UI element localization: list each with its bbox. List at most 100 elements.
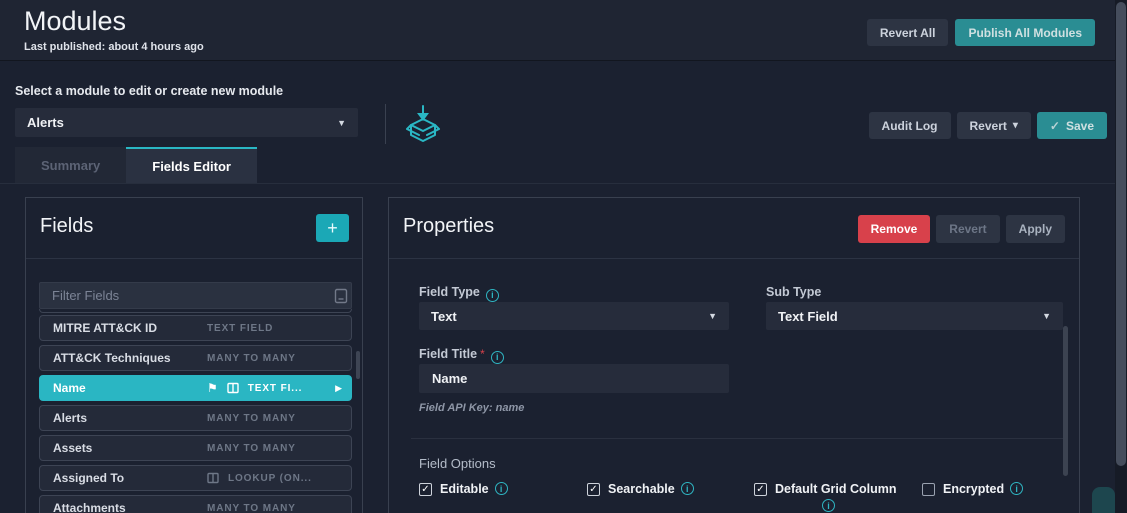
audit-log-button[interactable]: Audit Log [868,112,951,139]
field-item[interactable]: MITRE ATT&CK ID TEXT FIELD [39,315,352,341]
field-api-key-note: Field API Key: name [419,402,525,414]
searchable-checkbox[interactable]: ✓ [587,483,600,496]
field-options-label: Field Options [419,456,496,471]
field-type-label: MANY TO MANY [207,442,296,454]
field-name: Alerts [53,411,88,425]
sub-type-value: Text Field [778,308,838,324]
field-name: ATT&CK Techniques [53,351,171,365]
field-name: Name [53,381,86,395]
field-type-select[interactable]: Text ▼ [419,302,729,330]
field-type-label: MANY TO MANY [207,412,296,424]
option-label: Encrypted [943,482,1005,496]
field-type-label: TEXT FI... [247,382,303,394]
field-type-label: MANY TO MANY [207,502,296,513]
tabs-divider [0,183,1115,184]
grid-column-icon [207,472,219,484]
module-select-dropdown[interactable]: Alerts ▼ [15,108,358,137]
field-type-label: MANY TO MANY [207,352,296,364]
sub-type-select[interactable]: Text Field ▼ [766,302,1063,330]
fields-panel-header: Fields + [26,198,362,259]
last-published-text: Last published: about 4 hours ago [24,41,204,53]
section-divider [411,438,1064,439]
remove-button[interactable]: Remove [857,215,931,243]
clipped-field-item [39,309,352,313]
editable-checkbox[interactable]: ✓ [419,483,432,496]
chevron-down-icon: ▼ [337,117,346,128]
option-label: Default Grid Column [775,482,897,496]
help-widget[interactable] [1092,487,1115,513]
properties-panel: Properties Remove Revert Apply Field Typ… [388,197,1080,513]
field-type-value: Text [431,308,457,324]
revert-dropdown-button[interactable]: Revert ▾ [956,112,1031,139]
info-icon[interactable]: i [1010,482,1024,495]
field-name: Assets [53,441,93,455]
option-searchable: ✓ Searchable i [587,482,747,496]
field-title-input[interactable] [419,364,729,393]
field-item-selected[interactable]: Name ⚑ TEXT FI... ▶ [39,375,352,401]
info-icon[interactable]: i [822,499,835,512]
field-title-label: Field Title [419,347,478,361]
option-editable: ✓ Editable i [419,482,579,496]
field-item[interactable]: Attachments MANY TO MANY [39,495,352,513]
flag-icon: ⚑ [207,381,218,395]
field-name: Attachments [53,501,126,513]
sub-type-label: Sub Type [766,285,822,299]
chevron-down-icon: ▾ [1012,120,1018,131]
module-select-value: Alerts [27,115,64,130]
default-grid-column-checkbox[interactable]: ✓ [754,483,767,496]
check-icon: ✓ [1049,118,1060,133]
field-type-label: LOOKUP (ON... [228,472,312,484]
field-item[interactable]: Assigned To LOOKUP (ON... [39,465,352,491]
option-encrypted: Encrypted i [922,482,1082,496]
option-default-grid-column: ✓ Default Grid Column i [754,482,902,512]
info-icon[interactable]: i [485,288,499,302]
revert-all-button[interactable]: Revert All [866,19,949,46]
module-tabs: Summary Fields Editor [15,147,257,183]
module-select-label: Select a module to edit or create new mo… [15,84,284,98]
tab-fields-editor[interactable]: Fields Editor [126,147,257,183]
add-field-button[interactable]: + [316,214,349,242]
option-label: Searchable [608,482,675,496]
properties-panel-header: Properties Remove Revert Apply [389,198,1079,259]
page-title: Modules [24,6,127,36]
save-button[interactable]: ✓ Save [1036,112,1107,139]
revert-field-button[interactable]: Revert [936,215,1000,243]
fields-panel: Fields + MITRE ATT&CK ID TEXT FIELD ATT&… [25,197,363,513]
info-icon[interactable]: i [680,482,694,495]
header-actions: Revert All Publish All Modules [866,19,1095,46]
vertical-divider [385,104,386,144]
modules-admin-page: Modules Last published: about 4 hours ag… [0,0,1127,513]
fields-panel-title: Fields [40,215,94,237]
save-button-label: Save [1065,118,1094,133]
expand-arrow-icon[interactable]: ▶ [335,383,342,394]
field-type-label: Field Type [419,285,480,299]
text-field-icon [334,288,348,304]
fields-list-scrollbar[interactable] [356,351,360,379]
page-scrollbar-thumb[interactable] [1116,2,1126,466]
properties-actions: Remove Revert Apply [857,215,1065,243]
publish-all-modules-button[interactable]: Publish All Modules [955,19,1095,46]
chevron-down-icon: ▼ [1042,311,1051,321]
chevron-down-icon: ▼ [708,311,717,321]
properties-panel-title: Properties [403,215,495,237]
field-type-label: TEXT FIELD [207,322,274,334]
apply-button[interactable]: Apply [1005,215,1065,243]
field-name: MITRE ATT&CK ID [53,321,157,335]
info-icon[interactable]: i [490,350,504,364]
required-mark: * [480,347,485,361]
module-actions: Audit Log Revert ▾ ✓ Save [868,112,1107,139]
field-item[interactable]: Alerts MANY TO MANY [39,405,352,431]
tab-summary[interactable]: Summary [15,147,127,183]
properties-scrollbar[interactable] [1063,326,1068,476]
field-title-label-row: Field Title * i [419,345,504,364]
page-header: Modules Last published: about 4 hours ag… [0,0,1115,61]
field-name: Assigned To [53,471,125,485]
option-label: Editable [440,482,489,496]
info-icon[interactable]: i [494,482,508,495]
revert-button-label: Revert [969,118,1007,133]
encrypted-checkbox[interactable] [922,483,935,496]
field-item[interactable]: Assets MANY TO MANY [39,435,352,461]
filter-fields-input[interactable] [39,282,352,309]
field-item[interactable]: ATT&CK Techniques MANY TO MANY [39,345,352,371]
page-scrollbar[interactable] [1115,0,1127,513]
